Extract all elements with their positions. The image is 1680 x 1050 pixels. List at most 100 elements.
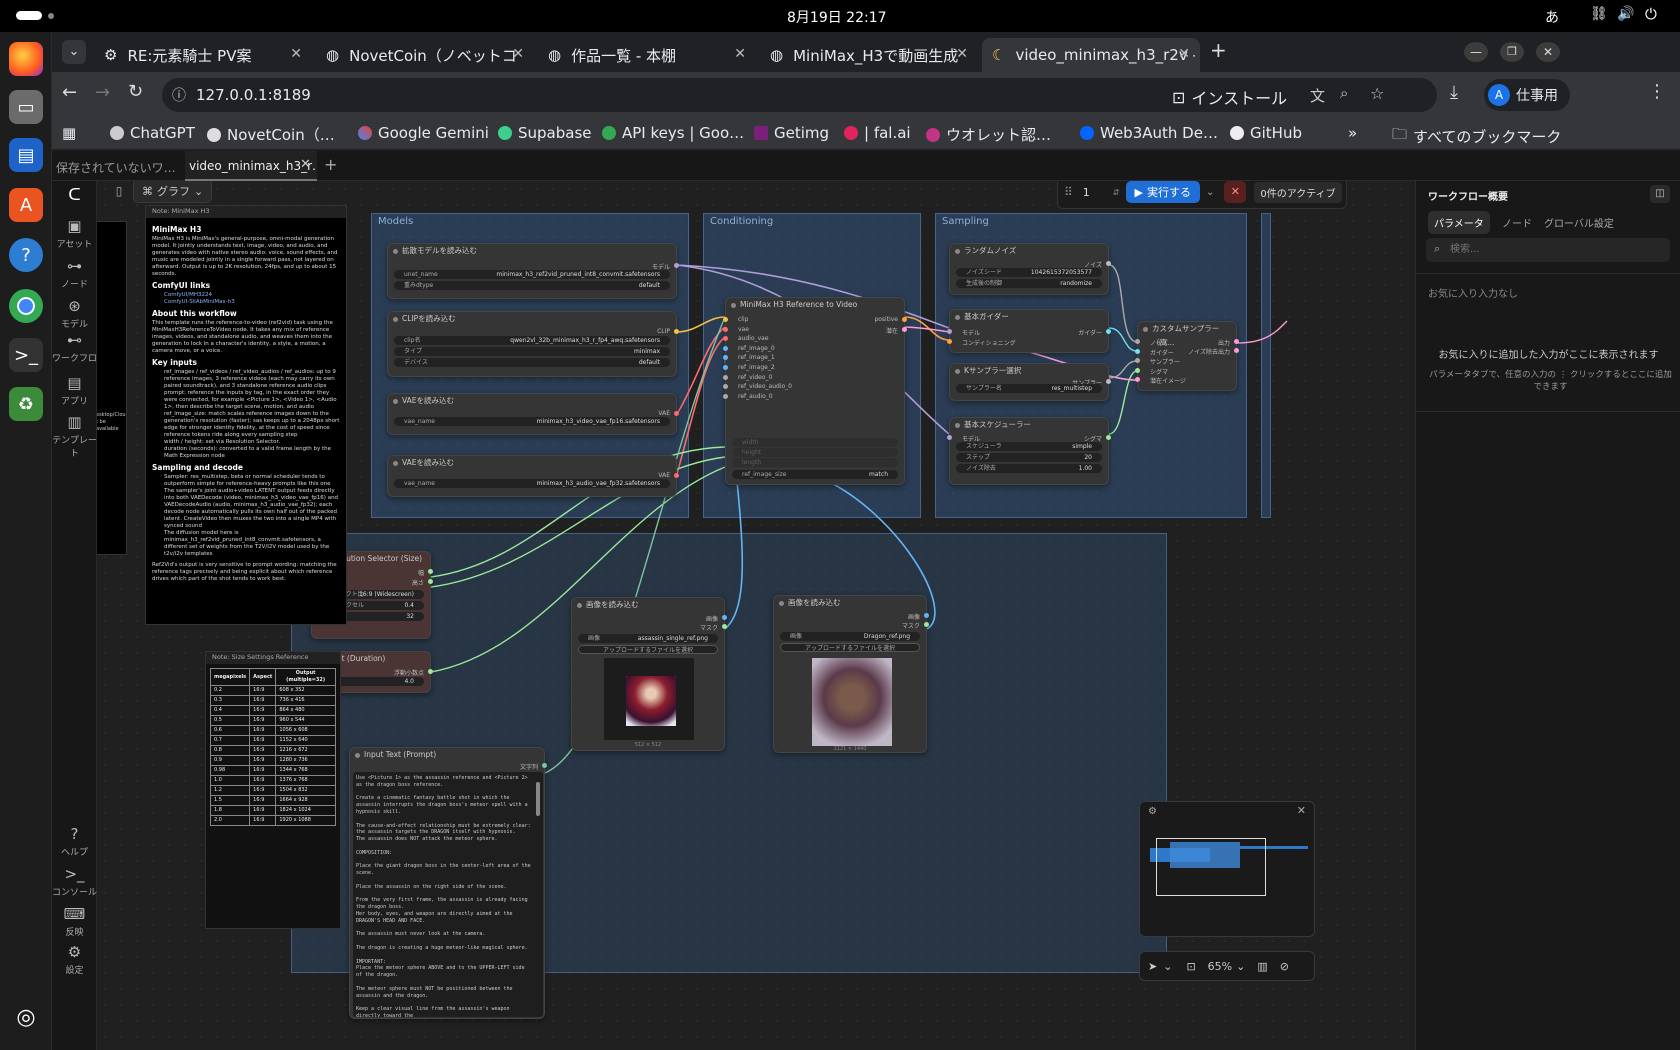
trash-icon[interactable]: ♻ bbox=[9, 387, 43, 421]
weight-dtype-widget[interactable]: 重みdtype default bbox=[394, 281, 670, 290]
run-button[interactable]: ▶ 実行する bbox=[1125, 181, 1200, 203]
input-slot[interactable] bbox=[723, 336, 728, 342]
node-load-image-assassin[interactable]: 画像を読み込む 画像 マスク 画像 assassin_single_ref.png… bbox=[571, 597, 727, 751]
minimize-icon[interactable]: — bbox=[1464, 42, 1488, 62]
toggle-panel-icon[interactable]: ▯ bbox=[107, 181, 131, 201]
clip-type-widget[interactable]: タイプ minimax bbox=[394, 347, 670, 356]
sidebar-item-models[interactable]: ⊛ モデル bbox=[52, 297, 97, 330]
group-offscreen[interactable] bbox=[1261, 213, 1271, 518]
input-slot[interactable] bbox=[1135, 358, 1140, 363]
drag-handle-icon[interactable]: ⠿ bbox=[1064, 185, 1073, 199]
input-slot[interactable] bbox=[723, 374, 728, 380]
batch-count-input[interactable]: 1 bbox=[1083, 186, 1113, 199]
sidebar-item-reflect[interactable]: ⌨ 反映 bbox=[52, 905, 97, 938]
stepper-icon[interactable]: ⇵ bbox=[1113, 188, 1120, 197]
vae-name-widget[interactable]: vae_name minimax_h3_audio_vae_fp32.safete… bbox=[394, 479, 670, 488]
browser-tab-3[interactable]: ◍ 作品一覧 - 本棚 ✕ bbox=[538, 38, 756, 72]
sidebar-item-templates[interactable]: ▥ テンプレート bbox=[52, 413, 97, 459]
workflow-tab-active[interactable]: video_minimax_h3_r… bbox=[185, 151, 317, 181]
input-slot[interactable] bbox=[723, 384, 728, 390]
help-icon[interactable]: ? bbox=[9, 238, 43, 272]
length-widget[interactable]: length bbox=[732, 458, 898, 467]
sidebar-item-apps[interactable]: ▤ アプリ bbox=[52, 374, 97, 407]
output-slot[interactable] bbox=[1106, 435, 1111, 440]
panel-toggle-icon[interactable]: ◫ bbox=[1650, 185, 1670, 203]
zoom-icon[interactable]: ⌕ bbox=[1340, 84, 1348, 102]
close-window-icon[interactable]: ✕ bbox=[1536, 42, 1560, 62]
browser-tab-4[interactable]: ◍ MiniMax_H3で動画生成 ✕ bbox=[760, 38, 978, 72]
sidebar-item-help[interactable]: ? ヘルプ bbox=[52, 825, 97, 858]
workflow-tab-unsaved[interactable]: 保存されていないワ… bbox=[52, 151, 184, 181]
output-slot[interactable] bbox=[428, 569, 433, 574]
output-slot[interactable] bbox=[674, 473, 679, 478]
chrome-icon[interactable] bbox=[9, 289, 43, 323]
writer-icon[interactable]: ▤ bbox=[9, 138, 43, 172]
panel-search[interactable]: ⌕ bbox=[1426, 238, 1670, 262]
translate-icon[interactable]: 文 bbox=[1310, 85, 1325, 106]
app-center-icon[interactable]: A bbox=[9, 188, 43, 222]
input-slot[interactable] bbox=[723, 317, 728, 322]
output-slot[interactable] bbox=[674, 263, 679, 268]
tab-nodes[interactable]: ノード bbox=[1502, 215, 1532, 230]
input-slot[interactable] bbox=[723, 393, 728, 399]
output-slot[interactable] bbox=[1234, 348, 1239, 353]
output-slot[interactable] bbox=[674, 411, 679, 416]
browser-tab-2[interactable]: ◍ NovetCoin（ノベットコ ✕ bbox=[316, 38, 534, 72]
profile-chip[interactable]: A 仕事用 bbox=[1484, 79, 1570, 111]
note-minimax-h3[interactable]: Note: MiniMax H3 MiniMax H3 MiniMax H3 i… bbox=[145, 205, 347, 625]
power-icon[interactable]: ⏻ bbox=[1645, 5, 1657, 23]
bookmark-wallet[interactable]: ウオレット認… bbox=[926, 124, 1051, 145]
minimap-viewport[interactable] bbox=[1156, 838, 1266, 896]
image-select-widget[interactable]: 画像 assassin_single_ref.png bbox=[578, 634, 718, 643]
output-slot[interactable] bbox=[542, 763, 547, 768]
files-icon[interactable]: ▭ bbox=[9, 90, 43, 124]
workflow-tab-close-icon[interactable]: ✕ bbox=[300, 157, 311, 172]
fit-view-icon[interactable]: ⊡ bbox=[1186, 960, 1195, 973]
input-slot[interactable] bbox=[947, 435, 952, 440]
graph-mode-button[interactable]: ⌘ グラフ ⌄ bbox=[133, 181, 213, 203]
output-slot[interactable] bbox=[924, 613, 929, 618]
node-basic-scheduler[interactable]: 基本スケジューラー モデル シグマ スケジューラ simple ステップ 20 ノイ… bbox=[947, 417, 1111, 485]
sidebar-item-assets[interactable]: ▣ アセット bbox=[52, 217, 97, 250]
bookmark-github[interactable]: GitHub bbox=[1230, 124, 1302, 142]
back-icon[interactable]: ← bbox=[62, 82, 77, 103]
scrollbar-thumb[interactable] bbox=[536, 782, 540, 816]
unet-name-widget[interactable]: unet_name minimax_h3_ref2vid_pruned_int8_… bbox=[394, 270, 670, 279]
minimap-close-icon[interactable]: ✕ bbox=[1297, 804, 1306, 817]
sampler-name-widget[interactable]: サンプラー名 res_multistep bbox=[956, 384, 1102, 393]
all-bookmarks-button[interactable]: 🗀 すべてのブックマーク bbox=[1392, 124, 1561, 149]
node-random-noise[interactable]: ランダムノイズ ノイズ ノイズシード 1042615372053577 生成後の制… bbox=[949, 243, 1111, 295]
bookmark-getimg[interactable]: Getimg bbox=[754, 124, 829, 142]
network-icon[interactable]: ⛓ bbox=[1590, 6, 1608, 22]
ref-image-size-widget[interactable]: ref_image_size match bbox=[732, 470, 898, 479]
apps-grid-icon[interactable]: ▦ bbox=[62, 124, 76, 142]
volume-icon[interactable]: 🔊 bbox=[1617, 6, 1634, 22]
tab-close-icon[interactable]: ✕ bbox=[1178, 46, 1190, 62]
bookmark-star-icon[interactable]: ☆ bbox=[1370, 84, 1384, 103]
cancel-run-button[interactable]: ✕ bbox=[1224, 181, 1247, 203]
restore-icon[interactable]: ❐ bbox=[1500, 42, 1524, 62]
output-slot[interactable] bbox=[722, 624, 727, 629]
terminal-icon[interactable]: >_ bbox=[9, 338, 43, 372]
input-slot[interactable] bbox=[1135, 377, 1140, 382]
output-slot[interactable] bbox=[428, 669, 433, 674]
bookmark-gemini[interactable]: Google Gemini bbox=[358, 124, 489, 142]
output-slot[interactable] bbox=[1234, 339, 1239, 344]
upload-button[interactable]: アップロードするファイルを選択 bbox=[578, 645, 718, 654]
note-link-1[interactable]: ComfyUI/MH3224 bbox=[152, 292, 340, 299]
bookmark-novetcoin[interactable]: NovetCoin（… bbox=[207, 124, 335, 145]
node-load-clip[interactable]: CLIPを読み込む CLIP clip名 qwen2vl_32b_minimax_… bbox=[387, 311, 679, 377]
sidebar-item-settings[interactable]: ⚙ 設定 bbox=[52, 943, 97, 976]
pointer-tool-icon[interactable]: ➤ bbox=[1148, 960, 1157, 973]
firefox-icon[interactable] bbox=[9, 42, 43, 76]
noise-seed-widget[interactable]: ノイズシード 1042615372053577 bbox=[956, 268, 1102, 277]
new-tab-button[interactable]: + bbox=[1210, 38, 1227, 62]
chevron-down-icon[interactable]: ⌄ bbox=[1163, 960, 1172, 973]
note-link-2[interactable]: ComfyUI-SilAbMiniMax-h3 bbox=[152, 299, 340, 306]
control-after-generate-widget[interactable]: 生成後の制御 randomize bbox=[956, 279, 1102, 288]
offscreen-node[interactable]: esktop/Cloud t be available bbox=[97, 221, 127, 555]
upload-button[interactable]: アップロードするファイルを選択 bbox=[780, 643, 920, 652]
output-slot[interactable] bbox=[924, 622, 929, 627]
show-apps-icon[interactable]: ◎ bbox=[9, 1000, 43, 1034]
more-bookmarks-icon[interactable]: » bbox=[1348, 124, 1357, 142]
